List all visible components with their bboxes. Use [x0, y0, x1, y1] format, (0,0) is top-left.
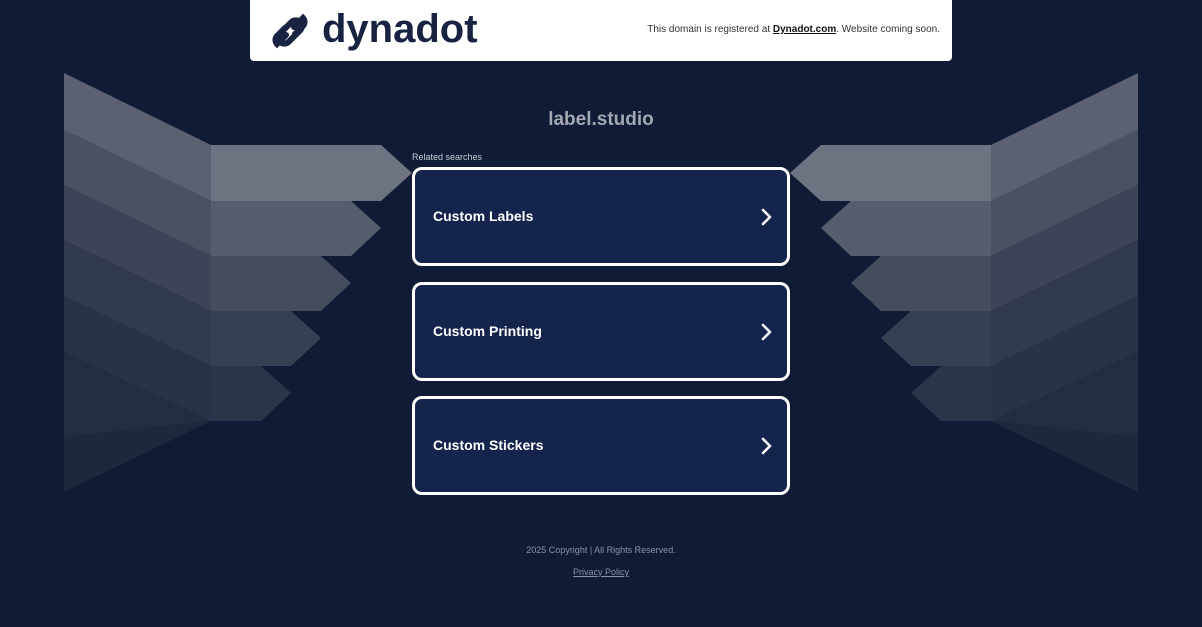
- related-search-label: Custom Printing: [433, 323, 542, 339]
- dynadot-logo[interactable]: dynadot: [268, 7, 478, 54]
- related-search-label: Custom Stickers: [433, 437, 544, 453]
- logo-text: dynadot: [322, 7, 478, 51]
- chevron-right-icon: [761, 323, 772, 341]
- related-search-label: Custom Labels: [433, 208, 534, 224]
- related-search-custom-stickers[interactable]: Custom Stickers: [412, 396, 790, 495]
- registration-message-prefix: This domain is registered at: [647, 24, 773, 35]
- chevron-right-icon: [761, 208, 772, 226]
- related-searches-label: Related searches: [412, 152, 483, 162]
- registration-message: This domain is registered at Dynadot.com…: [647, 24, 940, 36]
- related-search-custom-labels[interactable]: Custom Labels: [412, 167, 790, 266]
- privacy-policy-link[interactable]: Privacy Policy: [573, 567, 629, 577]
- chevron-right-icon: [761, 437, 772, 455]
- related-search-custom-printing[interactable]: Custom Printing: [412, 282, 790, 381]
- header-bar: dynadot This domain is registered at Dyn…: [250, 0, 952, 61]
- footer-privacy: Privacy Policy: [0, 567, 1202, 578]
- chain-link-icon: [272, 13, 308, 49]
- registration-message-suffix: . Website coming soon.: [836, 24, 940, 35]
- footer-copyright: 2025 Copyright | All Rights Reserved.: [526, 545, 676, 555]
- domain-title: label.studio: [548, 109, 654, 130]
- dynadot-link[interactable]: Dynadot.com: [773, 24, 836, 35]
